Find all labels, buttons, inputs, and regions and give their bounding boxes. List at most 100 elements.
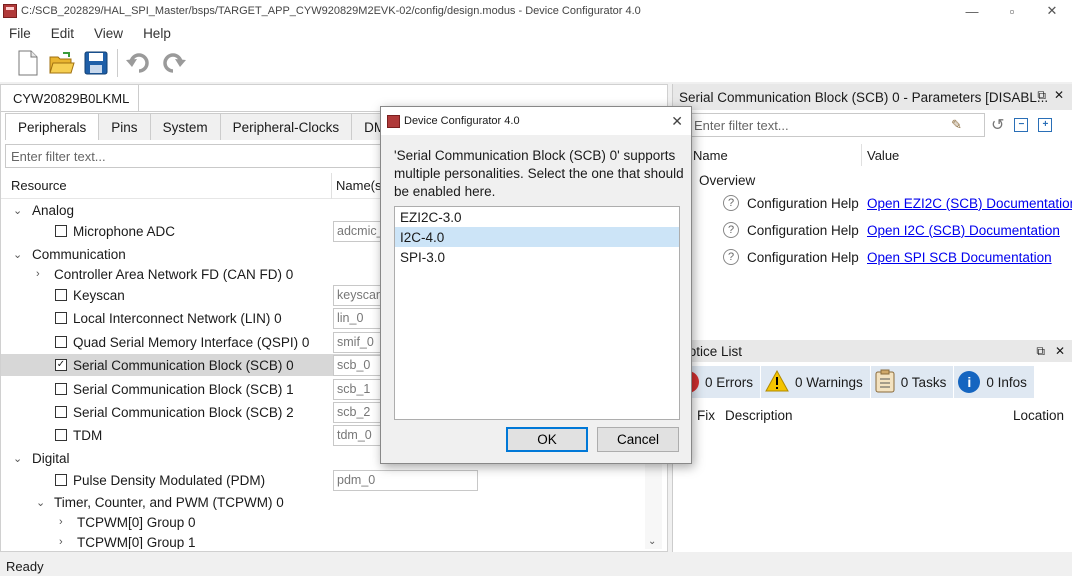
- device-tab[interactable]: CYW20829B0LKML: [1, 85, 139, 111]
- enable-checkbox[interactable]: [55, 225, 67, 237]
- ok-button[interactable]: OK: [506, 427, 588, 452]
- float-panel-icon[interactable]: ⧉: [1036, 344, 1045, 359]
- enable-checkbox[interactable]: [55, 474, 67, 486]
- help-row-i2c: ? Configuration Help Open I2C (SCB) Docu…: [673, 217, 1072, 243]
- tree-row-label: Microphone ADC: [73, 223, 176, 239]
- warning-icon: [765, 369, 789, 395]
- close-panel-icon[interactable]: ✕: [1054, 88, 1064, 103]
- clear-filter-icon[interactable]: ✎: [951, 117, 962, 133]
- redo-icon[interactable]: [159, 49, 187, 77]
- spi-doc-link[interactable]: Open SPI SCB Documentation: [867, 250, 1052, 265]
- enable-checkbox[interactable]: [55, 429, 67, 441]
- infos-tab[interactable]: i 0 Infos: [954, 366, 1035, 398]
- instance-name-field[interactable]: scb_2: [333, 401, 383, 423]
- help-icon: ?: [723, 249, 739, 265]
- errors-label: 0 Errors: [705, 374, 754, 390]
- parameters-panel: Serial Communication Block (SCB) 0 - Par…: [672, 84, 1072, 552]
- chevron-down-icon[interactable]: ⌄: [36, 496, 45, 509]
- instance-name-field[interactable]: pdm_0: [333, 469, 478, 491]
- chevron-right-icon[interactable]: ›: [36, 268, 40, 280]
- instance-name-field[interactable]: adcmic_0: [333, 220, 383, 242]
- menu-file[interactable]: File: [0, 26, 42, 41]
- column-param-value[interactable]: Value: [867, 148, 899, 163]
- tree-row-label: Controller Area Network FD (CAN FD) 0: [54, 266, 294, 282]
- instance-name-field[interactable]: scb_1: [333, 378, 383, 400]
- tree-row[interactable]: › TCPWM[0] Group 0: [1, 511, 646, 533]
- tree-row[interactable]: Pulse Density Modulated (PDM) pdm_0: [1, 469, 646, 491]
- app-icon: [3, 4, 17, 18]
- tasks-label: 0 Tasks: [900, 374, 947, 390]
- tree-row-label: Serial Communication Block (SCB) 1: [73, 381, 294, 397]
- save-icon[interactable]: [82, 49, 110, 77]
- float-panel-icon[interactable]: ⧉: [1037, 88, 1046, 103]
- instance-name-field[interactable]: scb_0: [333, 354, 383, 376]
- toolbar: [0, 44, 1072, 82]
- close-panel-icon[interactable]: ✕: [1055, 344, 1065, 358]
- tree-row-label: Local Interconnect Network (LIN) 0: [73, 310, 282, 326]
- maximize-button[interactable]: ▫: [992, 0, 1032, 22]
- toolbar-separator: [117, 49, 118, 77]
- tree-row[interactable]: ⌄ Timer, Counter, and PWM (TCPWM) 0: [1, 491, 646, 513]
- column-fix[interactable]: Fix: [697, 408, 715, 423]
- personality-item-ezi2c[interactable]: EZI2C-3.0: [395, 207, 679, 227]
- menu-view[interactable]: View: [85, 26, 134, 41]
- new-file-icon[interactable]: [14, 49, 42, 77]
- notice-table-header: Fix Description Location: [673, 404, 1072, 428]
- notice-filter-tabs: ✕ 0 Errors 0 Warnings 0 Tasks i 0 Infos: [673, 366, 1035, 398]
- help-icon: ?: [723, 222, 739, 238]
- overview-group[interactable]: Overview: [699, 173, 755, 188]
- menu-edit[interactable]: Edit: [42, 26, 85, 41]
- column-location[interactable]: Location: [1013, 408, 1064, 423]
- instance-name-field[interactable]: tdm_0: [333, 424, 383, 446]
- menu-help[interactable]: Help: [134, 26, 182, 41]
- chevron-down-icon[interactable]: ⌄: [13, 248, 22, 261]
- scroll-down-icon[interactable]: ⌄: [648, 536, 656, 547]
- personality-list: EZI2C-3.0 I2C-4.0 SPI-3.0: [394, 206, 680, 420]
- tab-peripheral-clocks[interactable]: Peripheral-Clocks: [219, 113, 353, 140]
- instance-name-field[interactable]: lin_0: [333, 307, 383, 329]
- chevron-right-icon[interactable]: ›: [59, 536, 63, 548]
- column-description[interactable]: Description: [725, 408, 793, 423]
- refresh-icon[interactable]: ↺: [991, 115, 1004, 135]
- tab-pins[interactable]: Pins: [98, 113, 151, 140]
- personality-item-i2c[interactable]: I2C-4.0: [395, 227, 679, 247]
- tasks-tab[interactable]: 0 Tasks: [870, 366, 955, 398]
- i2c-doc-link[interactable]: Open I2C (SCB) Documentation: [867, 223, 1060, 238]
- expand-all-icon[interactable]: +: [1038, 118, 1053, 132]
- tab-system[interactable]: System: [149, 113, 221, 140]
- parameters-filter-input[interactable]: [694, 117, 954, 133]
- tree-row-label: TCPWM[0] Group 1: [77, 534, 196, 550]
- warnings-tab[interactable]: 0 Warnings: [761, 366, 871, 398]
- chevron-down-icon[interactable]: ⌄: [13, 204, 22, 217]
- notice-list-title-bar: Notice List ⧉ ✕: [673, 340, 1072, 362]
- cancel-button[interactable]: Cancel: [597, 427, 679, 452]
- column-param-name[interactable]: Name: [693, 148, 728, 163]
- tree-row-label: Pulse Density Modulated (PDM): [73, 472, 266, 488]
- column-name[interactable]: Name(s): [336, 178, 386, 193]
- personality-item-spi[interactable]: SPI-3.0: [395, 247, 679, 267]
- tab-peripherals[interactable]: Peripherals: [5, 113, 100, 140]
- tree-row[interactable]: › TCPWM[0] Group 1: [1, 531, 646, 550]
- dialog-title: Device Configurator 4.0: [404, 115, 520, 127]
- enable-checkbox[interactable]: [55, 336, 67, 348]
- dialog-close-icon[interactable]: ✕: [671, 113, 683, 130]
- undo-icon[interactable]: [125, 49, 153, 77]
- dialog-message: 'Serial Communication Block (SCB) 0' sup…: [394, 148, 684, 199]
- enable-checkbox[interactable]: [55, 289, 67, 301]
- open-folder-icon[interactable]: [48, 49, 76, 77]
- enable-checkbox[interactable]: ✓: [55, 359, 67, 371]
- enable-checkbox[interactable]: [55, 312, 67, 324]
- instance-name-field[interactable]: keyscan_0: [333, 284, 383, 306]
- instance-name-field[interactable]: smif_0: [333, 331, 383, 353]
- enable-checkbox[interactable]: [55, 406, 67, 418]
- chevron-right-icon[interactable]: ›: [59, 516, 63, 528]
- tree-row-label: TCPWM[0] Group 0: [77, 514, 196, 530]
- parameters-table-header: Name Value: [673, 142, 1072, 168]
- chevron-down-icon[interactable]: ⌄: [13, 452, 22, 465]
- minimize-button[interactable]: —: [952, 0, 992, 22]
- column-resource[interactable]: Resource: [11, 178, 67, 193]
- ezi2c-doc-link[interactable]: Open EZI2C (SCB) Documentation: [867, 196, 1072, 211]
- collapse-all-icon[interactable]: −: [1014, 118, 1029, 132]
- enable-checkbox[interactable]: [55, 383, 67, 395]
- close-button[interactable]: ✕: [1032, 0, 1072, 22]
